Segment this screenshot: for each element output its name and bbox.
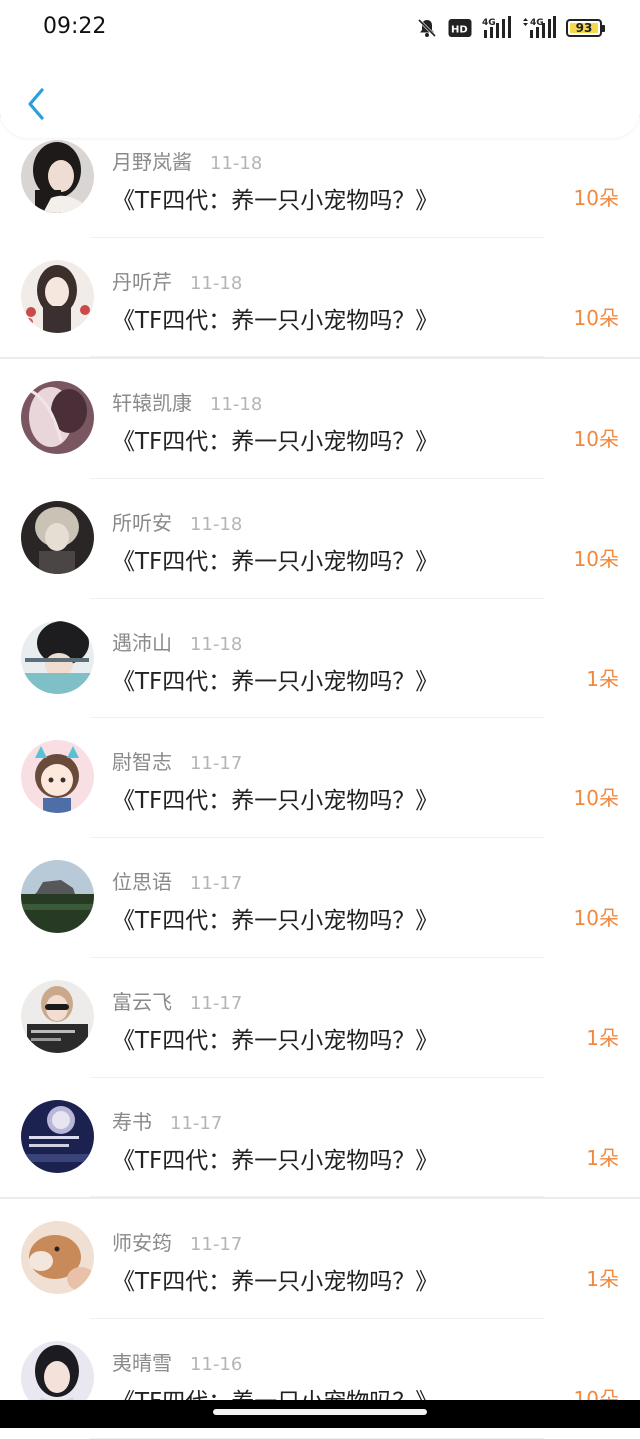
work-title[interactable]: 《TF四代：养一只小宠物吗？》 xyxy=(112,301,438,335)
battery-level: 93 xyxy=(575,21,593,35)
signal-4g-icon-2: 4G xyxy=(522,16,556,40)
work-title[interactable]: 《TF四代：养一只小宠物吗？》 xyxy=(112,181,438,215)
user-name[interactable]: 月野岚酱 xyxy=(112,146,192,175)
flower-count: 1朵 xyxy=(586,1025,619,1050)
work-title[interactable]: 《TF四代：养一只小宠物吗？》 xyxy=(112,1021,438,1055)
send-date: 11-18 xyxy=(190,272,243,294)
send-date: 11-17 xyxy=(190,1234,243,1256)
hd-badge-text: HD xyxy=(451,25,468,36)
user-name[interactable]: 丹听芹 xyxy=(112,266,172,295)
send-date: 11-18 xyxy=(190,514,243,536)
avatar[interactable] xyxy=(21,259,94,333)
name-line: 夷晴雪 11-16 xyxy=(112,1347,242,1376)
work-title[interactable]: 《TF四代：养一只小宠物吗？》 xyxy=(112,901,438,935)
name-line: 富云飞 11-17 xyxy=(112,986,242,1015)
name-line: 月野岚酱 11-18 xyxy=(112,146,262,175)
avatar[interactable] xyxy=(21,740,94,814)
avatar[interactable] xyxy=(21,860,94,934)
user-name[interactable]: 轩辕凯康 xyxy=(112,387,192,416)
avatar[interactable] xyxy=(21,501,94,575)
flower-count: 1朵 xyxy=(586,1145,619,1170)
list-item[interactable]: 遇沛山 11-18 《TF四代：养一只小宠物吗？》 1朵 xyxy=(0,598,640,719)
user-name[interactable]: 位思语 xyxy=(112,866,172,895)
user-name[interactable]: 富云飞 xyxy=(112,986,172,1015)
send-date: 11-17 xyxy=(170,1112,223,1134)
list-item[interactable]: 丹听芹 11-18 《TF四代：养一只小宠物吗？》 10朵 xyxy=(0,237,640,358)
send-date: 11-17 xyxy=(190,873,243,895)
signal-4g-icon: 4G xyxy=(482,16,512,40)
flower-count: 10朵 xyxy=(573,186,619,210)
name-line: 寿书 11-17 xyxy=(112,1106,222,1135)
flower-count: 10朵 xyxy=(573,786,619,811)
list-item[interactable]: 师安筠 11-17 《TF四代：养一只小宠物吗？》 1朵 xyxy=(0,1197,640,1319)
work-title[interactable]: 《TF四代：养一只小宠物吗？》 xyxy=(112,662,438,696)
list-item[interactable]: 所听安 11-18 《TF四代：养一只小宠物吗？》 10朵 xyxy=(0,479,640,599)
list-item[interactable]: 尉智志 11-17 《TF四代：养一只小宠物吗？》 10朵 xyxy=(0,718,640,839)
network-label-2: 4G xyxy=(530,18,544,28)
avatar[interactable] xyxy=(21,620,94,694)
list-item[interactable]: 轩辕凯康 11-18 《TF四代：养一只小宠物吗？》 10朵 xyxy=(0,357,640,480)
chevron-left-icon xyxy=(28,88,44,120)
work-title[interactable]: 《TF四代：养一只小宠物吗？》 xyxy=(112,781,438,815)
flower-count: 10朵 xyxy=(573,427,619,452)
name-line: 尉智志 11-17 xyxy=(112,746,242,775)
work-title[interactable]: 《TF四代：养一只小宠物吗？》 xyxy=(112,1141,438,1175)
network-label-1: 4G xyxy=(482,18,496,28)
battery-icon: 93 xyxy=(566,19,605,37)
avatar[interactable] xyxy=(21,1099,94,1173)
flower-count: 10朵 xyxy=(573,547,619,572)
work-title[interactable]: 《TF四代：养一只小宠物吗？》 xyxy=(112,542,438,576)
back-button[interactable] xyxy=(18,82,54,126)
send-date: 11-16 xyxy=(190,1353,243,1375)
user-name[interactable]: 尉智志 xyxy=(112,746,172,775)
work-title[interactable]: 《TF四代：养一只小宠物吗？》 xyxy=(112,422,438,456)
list-item[interactable]: 富云飞 11-17 《TF四代：养一只小宠物吗？》 1朵 xyxy=(0,957,640,1078)
user-name[interactable]: 夷晴雪 xyxy=(112,1347,172,1376)
name-line: 师安筠 11-17 xyxy=(112,1227,242,1256)
gift-list: 月野岚酱 11-18 《TF四代：养一只小宠物吗？》 10朵 丹听芹 11-18… xyxy=(0,118,640,1439)
avatar[interactable] xyxy=(21,381,94,455)
flower-count: 1朵 xyxy=(586,1267,619,1292)
list-item[interactable]: 位思语 11-17 《TF四代：养一只小宠物吗？》 10朵 xyxy=(0,838,640,958)
name-line: 所听安 11-18 xyxy=(112,507,242,536)
user-name[interactable]: 寿书 xyxy=(112,1106,152,1135)
name-line: 丹听芹 11-18 xyxy=(112,266,242,295)
avatar[interactable] xyxy=(21,1221,94,1295)
user-name[interactable]: 师安筠 xyxy=(112,1227,172,1256)
name-line: 位思语 11-17 xyxy=(112,866,242,895)
send-date: 11-17 xyxy=(190,992,243,1014)
home-indicator[interactable] xyxy=(0,1400,640,1428)
top-bar: 09:22 HD 4G 4G 93 xyxy=(0,0,640,138)
send-date: 11-17 xyxy=(190,753,243,775)
hd-badge-icon: HD xyxy=(448,18,472,38)
avatar[interactable] xyxy=(21,979,94,1053)
status-icons: HD 4G 4G 93 xyxy=(416,14,605,42)
flower-count: 10朵 xyxy=(573,906,619,931)
list-item[interactable]: 寿书 11-17 《TF四代：养一只小宠物吗？》 1朵 xyxy=(0,1077,640,1198)
work-title[interactable]: 《TF四代：养一只小宠物吗？》 xyxy=(112,1262,438,1296)
send-date: 11-18 xyxy=(190,633,243,655)
user-name[interactable]: 所听安 xyxy=(112,507,172,536)
user-name[interactable]: 遇沛山 xyxy=(112,627,172,656)
status-time: 09:22 xyxy=(43,14,107,39)
flower-count: 1朵 xyxy=(586,666,619,691)
bell-muted-icon xyxy=(416,17,438,39)
send-date: 11-18 xyxy=(210,153,263,174)
send-date: 11-18 xyxy=(210,394,263,416)
name-line: 遇沛山 11-18 xyxy=(112,627,242,656)
avatar[interactable] xyxy=(21,140,94,213)
flower-count: 10朵 xyxy=(573,305,619,330)
name-line: 轩辕凯康 11-18 xyxy=(112,387,262,416)
